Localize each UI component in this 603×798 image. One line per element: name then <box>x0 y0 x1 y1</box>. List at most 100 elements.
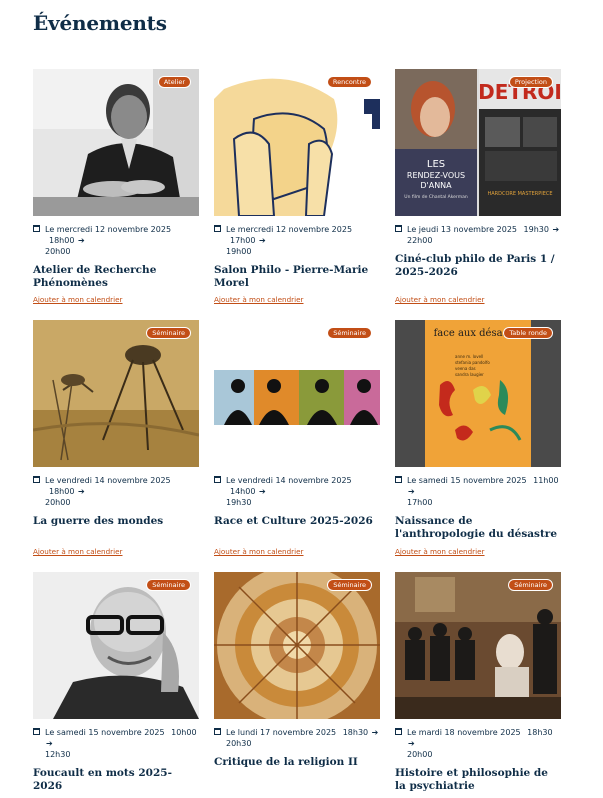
poster-title: LES <box>427 159 445 170</box>
calendar-icon <box>33 476 40 483</box>
event-card[interactable]: LES RENDEZ-VOUS D'ANNA Un film de Chanta… <box>395 69 561 304</box>
arrow-right-icon: ➔ <box>46 739 53 748</box>
add-to-calendar-link[interactable]: Ajouter à mon calendrier <box>214 295 304 304</box>
war-of-worlds-illustration <box>33 320 199 467</box>
event-title[interactable]: Foucault en mots 2025-2026 <box>33 767 199 793</box>
event-card[interactable]: Atelier Le mercredi 12 novembre 2025 18h… <box>33 69 199 304</box>
date-text: Le vendredi 14 novembre 2025 <box>45 476 171 485</box>
svg-text:stefania pandolfo: stefania pandolfo <box>455 360 490 365</box>
category-badge: Projection <box>508 76 553 88</box>
date-text: Le vendredi 14 novembre 2025 <box>226 476 352 485</box>
event-date: Le samedi 15 novembre 2025 10h00 ➔ 12h30 <box>33 727 199 760</box>
event-card[interactable]: Séminaire Le mardi 18 novembre 2025 18h3… <box>395 572 561 793</box>
end-time: 19h00 <box>226 247 252 256</box>
add-to-calendar-link[interactable]: Ajouter à mon calendrier <box>395 547 485 556</box>
event-card[interactable]: Séminaire Le lundi 17 novembre 2025 18h3… <box>214 572 380 769</box>
start-time: 17h00 <box>230 236 256 245</box>
event-card[interactable]: Séminaire Le samedi 15 novembre 2025 10h… <box>33 572 199 793</box>
event-card[interactable]: Rencontre Le mercredi 12 novembre 2025 1… <box>214 69 380 304</box>
arrow-right-icon: ➔ <box>408 739 415 748</box>
clinical-lesson-painting <box>395 572 561 719</box>
calendar-icon <box>395 476 402 483</box>
start-time: 10h00 <box>171 728 197 737</box>
end-time: 20h00 <box>45 247 71 256</box>
date-text: Le samedi 15 novembre 2025 <box>45 728 165 737</box>
event-date: Le mercredi 12 novembre 2025 17h00 ➔ 19h… <box>214 224 380 257</box>
event-date: Le vendredi 14 novembre 2025 14h00 ➔ 19h… <box>214 475 380 508</box>
event-image[interactable]: Séminaire <box>395 572 561 719</box>
event-image[interactable]: Séminaire <box>214 320 380 467</box>
event-date: Le mardi 18 novembre 2025 18h30 ➔ 20h00 <box>395 727 561 760</box>
events-page: Événements Atelier Le mercredi 12 novemb… <box>0 0 603 798</box>
start-time: 18h00 <box>49 236 75 245</box>
event-date: Le lundi 17 novembre 2025 18h30 ➔ 20h30 <box>214 727 380 749</box>
start-time: 18h00 <box>49 487 75 496</box>
arrow-right-icon: ➔ <box>408 487 415 496</box>
event-date: Le jeudi 13 novembre 2025 19h30 ➔ 22h00 <box>395 224 561 246</box>
calendar-icon <box>214 225 221 232</box>
event-image[interactable]: Rencontre <box>214 69 380 216</box>
calendar-icon <box>395 225 402 232</box>
calendar-icon <box>214 728 221 735</box>
event-title[interactable]: Salon Philo - Pierre-Marie Morel <box>214 264 380 290</box>
arrow-right-icon: ➔ <box>552 225 560 234</box>
event-title[interactable]: La guerre des mondes <box>33 515 199 528</box>
category-badge: Rencontre <box>326 76 372 88</box>
event-title[interactable]: Atelier de Recherche Phénomènes <box>33 264 199 290</box>
film-posters: LES RENDEZ-VOUS D'ANNA Un film de Chanta… <box>395 69 561 216</box>
end-time: 20h00 <box>45 498 71 507</box>
category-badge: Atelier <box>157 76 191 88</box>
calendar-icon <box>33 225 40 232</box>
portrait-photo <box>33 69 199 216</box>
category-badge: Séminaire <box>146 579 191 591</box>
start-time: 18h30 <box>342 728 369 737</box>
arrow-right-icon: ➔ <box>77 236 85 245</box>
add-to-calendar-link[interactable]: Ajouter à mon calendrier <box>395 295 485 304</box>
add-to-calendar-link[interactable]: Ajouter à mon calendrier <box>33 295 123 304</box>
event-image[interactable]: Séminaire <box>214 572 380 719</box>
date-text: Le lundi 17 novembre 2025 <box>226 728 337 737</box>
end-time: 20h30 <box>226 739 252 748</box>
event-title[interactable]: Race et Culture 2025-2026 <box>214 515 380 528</box>
calendar-icon <box>214 476 221 483</box>
svg-text:D'ANNA: D'ANNA <box>420 181 452 190</box>
start-time: 11h00 <box>533 476 559 485</box>
event-date: Le mercredi 12 novembre 2025 18h00 ➔ 20h… <box>33 224 199 257</box>
dome-ceiling-photo <box>214 572 380 719</box>
category-badge: Séminaire <box>508 579 553 591</box>
arrow-right-icon: ➔ <box>258 236 266 245</box>
category-badge: Séminaire <box>146 327 191 339</box>
event-title[interactable]: Histoire et philosophie de la psychiatri… <box>395 767 561 793</box>
date-text: Le samedi 15 novembre 2025 <box>407 476 527 485</box>
add-to-calendar-link[interactable]: Ajouter à mon calendrier <box>33 547 123 556</box>
armchair-illustration <box>214 69 380 216</box>
date-text: Le mercredi 12 novembre 2025 <box>226 225 353 234</box>
event-image[interactable]: Séminaire <box>33 320 199 467</box>
arrow-right-icon: ➔ <box>371 728 379 737</box>
calendar-icon <box>395 728 402 735</box>
svg-text:RENDEZ-VOUS: RENDEZ-VOUS <box>407 171 465 180</box>
event-card[interactable]: face aux désastre anne m. lovell stefani… <box>395 320 561 556</box>
start-time: 14h00 <box>230 487 256 496</box>
event-image[interactable]: LES RENDEZ-VOUS D'ANNA Un film de Chanta… <box>395 69 561 216</box>
end-time: 19h30 <box>226 498 252 507</box>
category-badge: Séminaire <box>327 579 372 591</box>
page-title: Événements <box>33 11 167 35</box>
event-card[interactable]: Séminaire Le vendredi 14 novembre 2025 1… <box>214 320 380 556</box>
event-title[interactable]: Naissance de l'anthropologie du désastre <box>395 515 561 541</box>
end-time: 12h30 <box>45 750 71 759</box>
event-card[interactable]: Séminaire Le vendredi 14 novembre 2025 1… <box>33 320 199 556</box>
calendar-icon <box>33 728 40 735</box>
silhouettes-illustration <box>214 320 380 467</box>
event-image[interactable]: Atelier <box>33 69 199 216</box>
event-date: Le samedi 15 novembre 2025 11h00 ➔ 17h00 <box>395 475 561 508</box>
date-text: Le mardi 18 novembre 2025 <box>407 728 521 737</box>
event-image[interactable]: face aux désastre anne m. lovell stefani… <box>395 320 561 467</box>
event-title[interactable]: Critique de la religion II <box>214 756 380 769</box>
event-image[interactable]: Séminaire <box>33 572 199 719</box>
svg-text:anne m. lovell: anne m. lovell <box>455 354 483 359</box>
svg-text:HARDCORE MASTERPIECE: HARDCORE MASTERPIECE <box>487 191 552 197</box>
portrait-photo <box>33 572 199 719</box>
event-title[interactable]: Ciné-club philo de Paris 1 / 2025-2026 <box>395 253 561 279</box>
add-to-calendar-link[interactable]: Ajouter à mon calendrier <box>214 547 304 556</box>
